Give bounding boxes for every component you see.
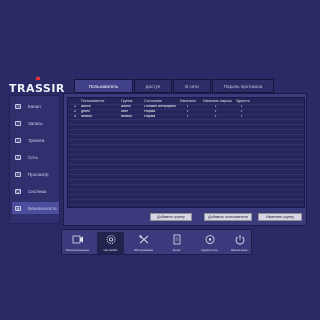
sidebar-item-label: Безопасность xyxy=(28,205,57,211)
tab-user[interactable]: Пользователь xyxy=(74,79,133,93)
table-row-divider xyxy=(68,189,304,190)
sidebar-item-network[interactable]: Сеть xyxy=(12,151,59,163)
archive-icon xyxy=(173,234,180,245)
brand-name: TRASSIR xyxy=(9,82,65,95)
table-row-divider xyxy=(68,204,304,205)
alarm-icon xyxy=(15,137,21,143)
table-row-divider xyxy=(68,169,304,170)
sidebar-item-label: Просмотр xyxy=(28,171,49,177)
camera-icon xyxy=(15,103,21,109)
table-row-divider xyxy=(68,184,304,185)
sidebar-item-label: Тревога xyxy=(28,137,45,143)
dock-item-settings[interactable]: Настройки xyxy=(97,232,124,254)
dock-item-audio[interactable]: Аудиотестер xyxy=(196,232,223,254)
settings-icon xyxy=(106,235,115,244)
dock-label: Аудиотестер xyxy=(201,248,218,252)
dock-label: Обслуживание xyxy=(133,248,154,252)
dock-item-maintenance[interactable]: Обслуживание xyxy=(130,232,157,254)
table-row-divider xyxy=(68,124,304,125)
lock-icon xyxy=(15,205,21,211)
trassir-logo: TRASSIR xyxy=(9,77,64,95)
table-row-divider xyxy=(68,159,304,160)
dock-label: Настройки xyxy=(103,248,118,252)
dock-label: Выключение xyxy=(231,248,248,252)
bottom-dock: Воспроизведение Настройки Обслуживание А… xyxy=(61,229,252,255)
dock-item-archive[interactable]: Архив xyxy=(163,232,190,254)
table-row-divider xyxy=(68,144,304,145)
security-content: Пользователь Доступ В сети Пароль проток… xyxy=(63,79,307,226)
dock-label: Воспроизведение xyxy=(65,248,90,252)
table-row-divider xyxy=(68,139,304,140)
change-group-button[interactable]: Изменить группу xyxy=(258,213,302,221)
sidebar-item-label: Система xyxy=(28,188,47,194)
table-row-divider xyxy=(68,174,304,175)
view-icon xyxy=(15,171,21,177)
table-row-divider xyxy=(68,104,304,105)
dock-item-playback[interactable]: Воспроизведение xyxy=(64,232,91,254)
network-icon xyxy=(15,154,21,160)
users-table: Пользователь Группа Состояние Изменить И… xyxy=(67,97,305,208)
table-row-divider xyxy=(68,109,304,110)
playback-icon xyxy=(72,235,83,244)
logo-mark xyxy=(36,77,40,80)
sidebar-item-record[interactable]: Запись xyxy=(12,117,59,129)
sidebar-item-label: Канал xyxy=(28,103,41,109)
sidebar-item-channel[interactable]: Канал xyxy=(12,100,59,112)
add-user-button[interactable]: Добавить пользователя xyxy=(204,213,252,221)
table-row-divider xyxy=(68,154,304,155)
tab-online[interactable]: В сети xyxy=(173,79,211,93)
sidebar-item-alarm[interactable]: Тревога xyxy=(12,134,59,146)
record-icon xyxy=(15,120,21,126)
user-panel: Пользователь Группа Состояние Изменить И… xyxy=(63,93,307,226)
add-group-button[interactable]: Добавить группу xyxy=(150,213,192,221)
table-row-divider xyxy=(68,119,304,120)
table-row-divider xyxy=(68,149,304,150)
sidebar-item-label: Запись xyxy=(28,120,43,126)
dock-label: Архив xyxy=(172,248,181,252)
tab-access[interactable]: Доступ xyxy=(134,79,172,93)
table-row-divider xyxy=(68,164,304,165)
sidebar-item-security[interactable]: Безопасность xyxy=(12,202,59,214)
table-row-divider xyxy=(68,179,304,180)
sidebar-item-view[interactable]: Просмотр xyxy=(12,168,59,180)
sidebar: Канал Запись Тревога Сеть Просмотр Систе… xyxy=(9,95,60,224)
tools-icon xyxy=(138,235,148,244)
table-row-divider xyxy=(68,194,304,195)
sidebar-item-label: Сеть xyxy=(28,154,39,160)
dock-item-power[interactable]: Выключение xyxy=(226,232,253,254)
tab-protocol-password[interactable]: Пароль протокола xyxy=(212,79,274,93)
power-icon xyxy=(235,235,244,245)
table-row-divider xyxy=(68,199,304,200)
table-row-divider xyxy=(68,134,304,135)
table-row-divider xyxy=(68,129,304,130)
audio-icon xyxy=(205,235,214,244)
sidebar-item-system[interactable]: Система xyxy=(12,185,59,197)
system-icon xyxy=(15,188,21,194)
table-row-divider xyxy=(68,114,304,115)
